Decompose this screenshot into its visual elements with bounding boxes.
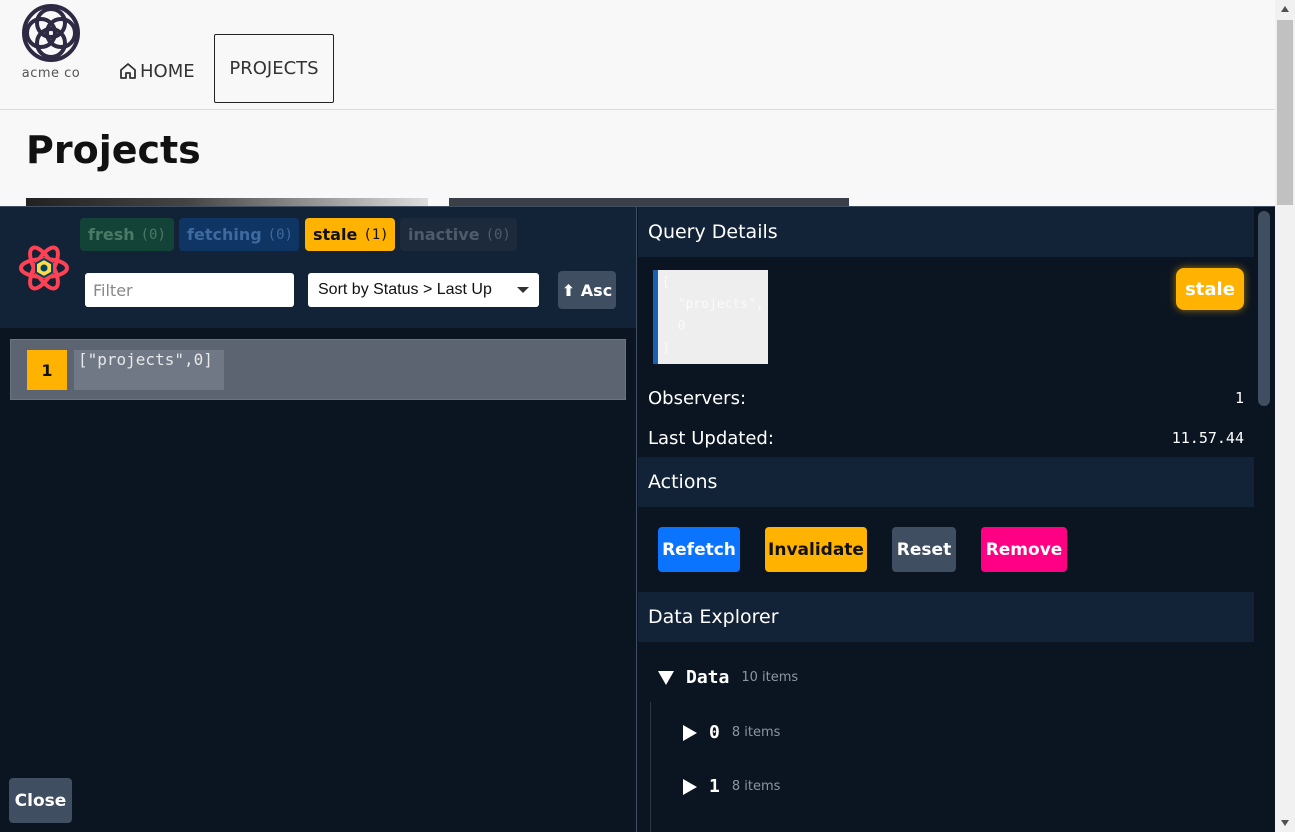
tree-node-label: 1 (709, 776, 720, 797)
nav-projects-label: PROJECTS (229, 58, 319, 79)
last-updated-label: Last Updated: (648, 427, 774, 449)
details-scrollbar-thumb[interactable] (1258, 211, 1270, 406)
tree-node-count: 10 items (741, 670, 799, 685)
acme-logo[interactable]: acme co (18, 2, 84, 81)
query-observer-count: 1 (27, 350, 67, 390)
last-updated-row: Last Updated: 11.57.44 (648, 423, 1244, 453)
observers-label: Observers: (648, 387, 747, 409)
react-query-logo-icon[interactable] (19, 245, 69, 291)
status-filter-fresh[interactable]: fresh (0) (80, 218, 174, 251)
sort-select[interactable]: Sort by Status > Last Up (308, 273, 539, 307)
actions-heading: Actions (638, 457, 1254, 507)
query-devtools-panel: fresh (0) fetching (0) stale (1) inactiv… (0, 206, 1275, 832)
query-details-pane: Query Details [ "projects", 0 ] stale Ob… (638, 207, 1254, 832)
reset-button[interactable]: Reset (892, 527, 956, 572)
status-filter-count: (0) (485, 226, 511, 243)
data-explorer-body: Data 10 items 0 8 items 1 8 items (638, 642, 1254, 832)
last-updated-value: 11.57.44 (1171, 429, 1244, 447)
query-row[interactable]: 1 ["projects",0] (10, 339, 626, 400)
sort-select-value: Sort by Status > Last Up (318, 281, 492, 298)
close-devtools-button[interactable]: Close (9, 778, 72, 823)
refetch-button[interactable]: Refetch (658, 527, 740, 572)
scroll-up-arrow-icon[interactable] (1281, 6, 1289, 12)
status-filter-stale[interactable]: stale (1) (305, 218, 395, 251)
sort-order-button[interactable]: ⬆ Asc (558, 271, 616, 309)
scroll-down-arrow-icon[interactable] (1281, 820, 1289, 826)
status-filter-count: (0) (267, 226, 293, 243)
tree-node-label: Data (686, 667, 730, 688)
remove-button[interactable]: Remove (981, 527, 1067, 572)
logo-text: acme co (21, 66, 81, 81)
actions-body: Refetch Invalidate Reset Remove (638, 507, 1254, 592)
page-scrollbar[interactable] (1275, 0, 1295, 832)
home-icon (120, 63, 136, 79)
tree-node-count: 8 items (731, 725, 781, 740)
data-explorer-heading: Data Explorer (638, 592, 1254, 642)
data-tree-node[interactable]: 0 8 items (683, 722, 780, 743)
status-filter-label: stale (313, 225, 358, 244)
nav-home-label: HOME (140, 60, 195, 82)
query-key: ["projects",0] (74, 350, 224, 390)
status-filter-inactive[interactable]: inactive (0) (400, 218, 517, 251)
query-key-code: [ "projects", 0 ] (653, 270, 768, 364)
query-filter-input[interactable] (85, 273, 294, 307)
nav-home-link[interactable]: HOME (118, 56, 195, 86)
chevron-down-icon (517, 287, 529, 293)
status-filter-count: (0) (140, 226, 166, 243)
site-header: acme co HOME PROJECTS (0, 0, 1275, 110)
tree-node-label: 0 (709, 722, 720, 743)
status-filter-label: fresh (88, 225, 135, 244)
expanded-triangle-icon (658, 670, 674, 685)
observers-value: 1 (1234, 389, 1244, 407)
interlocking-rings-icon (22, 4, 80, 62)
tree-node-count: 8 items (731, 779, 781, 794)
status-filter-count: (1) (363, 226, 389, 243)
query-details-heading: Query Details (638, 207, 1254, 257)
status-filter-fetching[interactable]: fetching (0) (179, 218, 299, 251)
collapsed-triangle-icon (683, 724, 697, 741)
observers-row: Observers: 1 (648, 383, 1244, 413)
status-filter-label: fetching (187, 225, 262, 244)
tree-guide-line (650, 702, 651, 832)
invalidate-button[interactable]: Invalidate (765, 527, 867, 572)
query-list-pane: fresh (0) fetching (0) stale (1) inactiv… (0, 207, 637, 832)
page-title: Projects (26, 128, 201, 172)
nav-projects-link[interactable]: PROJECTS (214, 34, 334, 103)
query-list-header: fresh (0) fetching (0) stale (1) inactiv… (0, 207, 636, 328)
data-tree-root[interactable]: Data 10 items (658, 667, 798, 688)
status-badge: stale (1176, 268, 1244, 310)
status-filter-label: inactive (408, 225, 480, 244)
collapsed-triangle-icon (683, 778, 697, 795)
data-tree-node[interactable]: 1 8 items (683, 776, 780, 797)
details-scrollbar[interactable] (1255, 207, 1275, 832)
page-scrollbar-thumb[interactable] (1277, 20, 1293, 205)
query-details-body: [ "projects", 0 ] stale Observers: 1 Las… (638, 257, 1254, 457)
